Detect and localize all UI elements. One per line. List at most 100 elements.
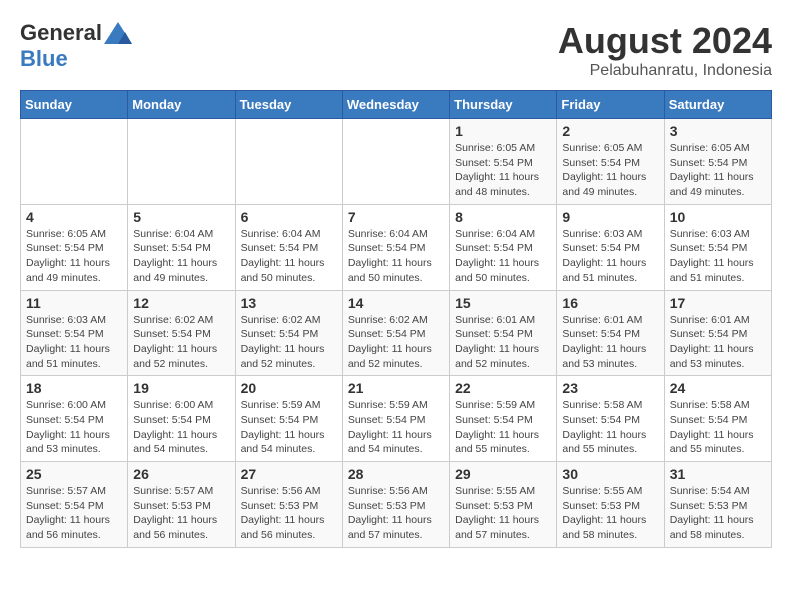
- day-number: 18: [26, 380, 122, 396]
- day-number: 13: [241, 295, 337, 311]
- calendar-cell: 12Sunrise: 6:02 AM Sunset: 5:54 PM Dayli…: [128, 290, 235, 376]
- day-info: Sunrise: 6:00 AM Sunset: 5:54 PM Dayligh…: [26, 398, 122, 457]
- day-info: Sunrise: 5:55 AM Sunset: 5:53 PM Dayligh…: [562, 484, 658, 543]
- day-number: 12: [133, 295, 229, 311]
- day-number: 10: [670, 209, 766, 225]
- calendar-cell: 22Sunrise: 5:59 AM Sunset: 5:54 PM Dayli…: [450, 376, 557, 462]
- calendar-cell: [342, 119, 449, 205]
- day-number: 31: [670, 466, 766, 482]
- day-info: Sunrise: 6:00 AM Sunset: 5:54 PM Dayligh…: [133, 398, 229, 457]
- calendar-cell: 9 Sunrise: 6:03 AM Sunset: 5:54 PM Daylig…: [557, 204, 664, 290]
- calendar-week-4: 25Sunrise: 5:57 AM Sunset: 5:54 PM Dayli…: [21, 462, 772, 548]
- day-number: 14: [348, 295, 444, 311]
- day-number: 30: [562, 466, 658, 482]
- calendar-week-1: 4Sunrise: 6:05 AM Sunset: 5:54 PM Daylig…: [21, 204, 772, 290]
- logo-general-text: General: [20, 20, 102, 46]
- calendar-cell: 26Sunrise: 5:57 AM Sunset: 5:53 PM Dayli…: [128, 462, 235, 548]
- calendar-cell: 3Sunrise: 6:05 AM Sunset: 5:54 PM Daylig…: [664, 119, 771, 205]
- calendar-cell: 4Sunrise: 6:05 AM Sunset: 5:54 PM Daylig…: [21, 204, 128, 290]
- day-info: Sunrise: 6:01 AM Sunset: 5:54 PM Dayligh…: [562, 313, 658, 372]
- day-info: Sunrise: 6:01 AM Sunset: 5:54 PM Dayligh…: [455, 313, 551, 372]
- calendar-cell: [21, 119, 128, 205]
- day-info: Sunrise: 5:57 AM Sunset: 5:54 PM Dayligh…: [26, 484, 122, 543]
- calendar-cell: 16 Sunrise: 6:01 AM Sunset: 5:54 PM Dayli…: [557, 290, 664, 376]
- day-info: Sunrise: 6:04 AM Sunset: 5:54 PM Dayligh…: [455, 227, 551, 286]
- weekday-header-monday: Monday: [128, 91, 235, 119]
- day-number: 19: [133, 380, 229, 396]
- day-info: Sunrise: 6:03 AM Sunset: 5:54 PM Dayligh…: [26, 313, 122, 372]
- day-number: 1: [455, 123, 551, 139]
- calendar-cell: 6Sunrise: 6:04 AM Sunset: 5:54 PM Daylig…: [235, 204, 342, 290]
- day-number: 21: [348, 380, 444, 396]
- logo: General Blue: [20, 20, 132, 72]
- weekday-header-row: SundayMondayTuesdayWednesdayThursdayFrid…: [21, 91, 772, 119]
- day-number: 8: [455, 209, 551, 225]
- day-number: 9: [562, 209, 658, 225]
- logo-blue-text: Blue: [20, 46, 68, 72]
- logo-icon: [104, 22, 132, 44]
- day-info: Sunrise: 6:01 AM Sunset: 5:54 PM Dayligh…: [670, 313, 766, 372]
- calendar-cell: 5 Sunrise: 6:04 AM Sunset: 5:54 PM Daylig…: [128, 204, 235, 290]
- day-info: Sunrise: 5:56 AM Sunset: 5:53 PM Dayligh…: [241, 484, 337, 543]
- calendar-body: 1 Sunrise: 6:05 AM Sunset: 5:54 PM Daylig…: [21, 119, 772, 548]
- calendar-header: SundayMondayTuesdayWednesdayThursdayFrid…: [21, 91, 772, 119]
- calendar: SundayMondayTuesdayWednesdayThursdayFrid…: [20, 90, 772, 548]
- day-number: 20: [241, 380, 337, 396]
- day-info: Sunrise: 5:58 AM Sunset: 5:54 PM Dayligh…: [562, 398, 658, 457]
- calendar-cell: 25Sunrise: 5:57 AM Sunset: 5:54 PM Dayli…: [21, 462, 128, 548]
- day-number: 4: [26, 209, 122, 225]
- subtitle: Pelabuhanratu, Indonesia: [558, 62, 772, 80]
- day-number: 7: [348, 209, 444, 225]
- day-number: 5: [133, 209, 229, 225]
- day-number: 29: [455, 466, 551, 482]
- calendar-week-0: 1 Sunrise: 6:05 AM Sunset: 5:54 PM Daylig…: [21, 119, 772, 205]
- weekday-header-thursday: Thursday: [450, 91, 557, 119]
- day-info: Sunrise: 6:02 AM Sunset: 5:54 PM Dayligh…: [348, 313, 444, 372]
- header: General Blue August 2024 Pelabuhanratu, …: [20, 20, 772, 80]
- weekday-header-friday: Friday: [557, 91, 664, 119]
- day-info: Sunrise: 5:54 AM Sunset: 5:53 PM Dayligh…: [670, 484, 766, 543]
- day-info: Sunrise: 6:04 AM Sunset: 5:54 PM Dayligh…: [348, 227, 444, 286]
- day-info: Sunrise: 5:56 AM Sunset: 5:53 PM Dayligh…: [348, 484, 444, 543]
- calendar-cell: 10 Sunrise: 6:03 AM Sunset: 5:54 PM Dayli…: [664, 204, 771, 290]
- calendar-cell: 7 Sunrise: 6:04 AM Sunset: 5:54 PM Daylig…: [342, 204, 449, 290]
- calendar-cell: 17 Sunrise: 6:01 AM Sunset: 5:54 PM Dayli…: [664, 290, 771, 376]
- calendar-cell: 29Sunrise: 5:55 AM Sunset: 5:53 PM Dayli…: [450, 462, 557, 548]
- day-info: Sunrise: 5:59 AM Sunset: 5:54 PM Dayligh…: [348, 398, 444, 457]
- weekday-header-tuesday: Tuesday: [235, 91, 342, 119]
- day-info: Sunrise: 5:59 AM Sunset: 5:54 PM Dayligh…: [455, 398, 551, 457]
- weekday-header-wednesday: Wednesday: [342, 91, 449, 119]
- calendar-cell: 11Sunrise: 6:03 AM Sunset: 5:54 PM Dayli…: [21, 290, 128, 376]
- day-number: 15: [455, 295, 551, 311]
- day-number: 24: [670, 380, 766, 396]
- calendar-week-3: 18 Sunrise: 6:00 AM Sunset: 5:54 PM Dayli…: [21, 376, 772, 462]
- day-number: 17: [670, 295, 766, 311]
- calendar-cell: 27Sunrise: 5:56 AM Sunset: 5:53 PM Dayli…: [235, 462, 342, 548]
- day-number: 26: [133, 466, 229, 482]
- calendar-cell: [235, 119, 342, 205]
- calendar-cell: 18 Sunrise: 6:00 AM Sunset: 5:54 PM Dayli…: [21, 376, 128, 462]
- day-info: Sunrise: 6:05 AM Sunset: 5:54 PM Dayligh…: [562, 141, 658, 200]
- day-number: 2: [562, 123, 658, 139]
- day-number: 6: [241, 209, 337, 225]
- calendar-cell: 23Sunrise: 5:58 AM Sunset: 5:54 PM Dayli…: [557, 376, 664, 462]
- day-info: Sunrise: 5:58 AM Sunset: 5:54 PM Dayligh…: [670, 398, 766, 457]
- calendar-cell: 24 Sunrise: 5:58 AM Sunset: 5:54 PM Dayli…: [664, 376, 771, 462]
- calendar-week-2: 11Sunrise: 6:03 AM Sunset: 5:54 PM Dayli…: [21, 290, 772, 376]
- day-info: Sunrise: 6:02 AM Sunset: 5:54 PM Dayligh…: [241, 313, 337, 372]
- calendar-cell: 8 Sunrise: 6:04 AM Sunset: 5:54 PM Daylig…: [450, 204, 557, 290]
- day-info: Sunrise: 6:04 AM Sunset: 5:54 PM Dayligh…: [133, 227, 229, 286]
- calendar-cell: 21 Sunrise: 5:59 AM Sunset: 5:54 PM Dayli…: [342, 376, 449, 462]
- calendar-cell: 1Sunrise: 6:05 AM Sunset: 5:54 PM Daylig…: [450, 119, 557, 205]
- calendar-cell: 28 Sunrise: 5:56 AM Sunset: 5:53 PM Dayli…: [342, 462, 449, 548]
- day-info: Sunrise: 6:03 AM Sunset: 5:54 PM Dayligh…: [562, 227, 658, 286]
- calendar-cell: 19 Sunrise: 6:00 AM Sunset: 5:54 PM Dayli…: [128, 376, 235, 462]
- day-info: Sunrise: 5:59 AM Sunset: 5:54 PM Dayligh…: [241, 398, 337, 457]
- day-info: Sunrise: 6:03 AM Sunset: 5:54 PM Dayligh…: [670, 227, 766, 286]
- calendar-cell: 31 Sunrise: 5:54 AM Sunset: 5:53 PM Dayli…: [664, 462, 771, 548]
- calendar-cell: 2 Sunrise: 6:05 AM Sunset: 5:54 PM Daylig…: [557, 119, 664, 205]
- day-number: 3: [670, 123, 766, 139]
- calendar-cell: 30 Sunrise: 5:55 AM Sunset: 5:53 PM Dayli…: [557, 462, 664, 548]
- day-number: 16: [562, 295, 658, 311]
- day-number: 28: [348, 466, 444, 482]
